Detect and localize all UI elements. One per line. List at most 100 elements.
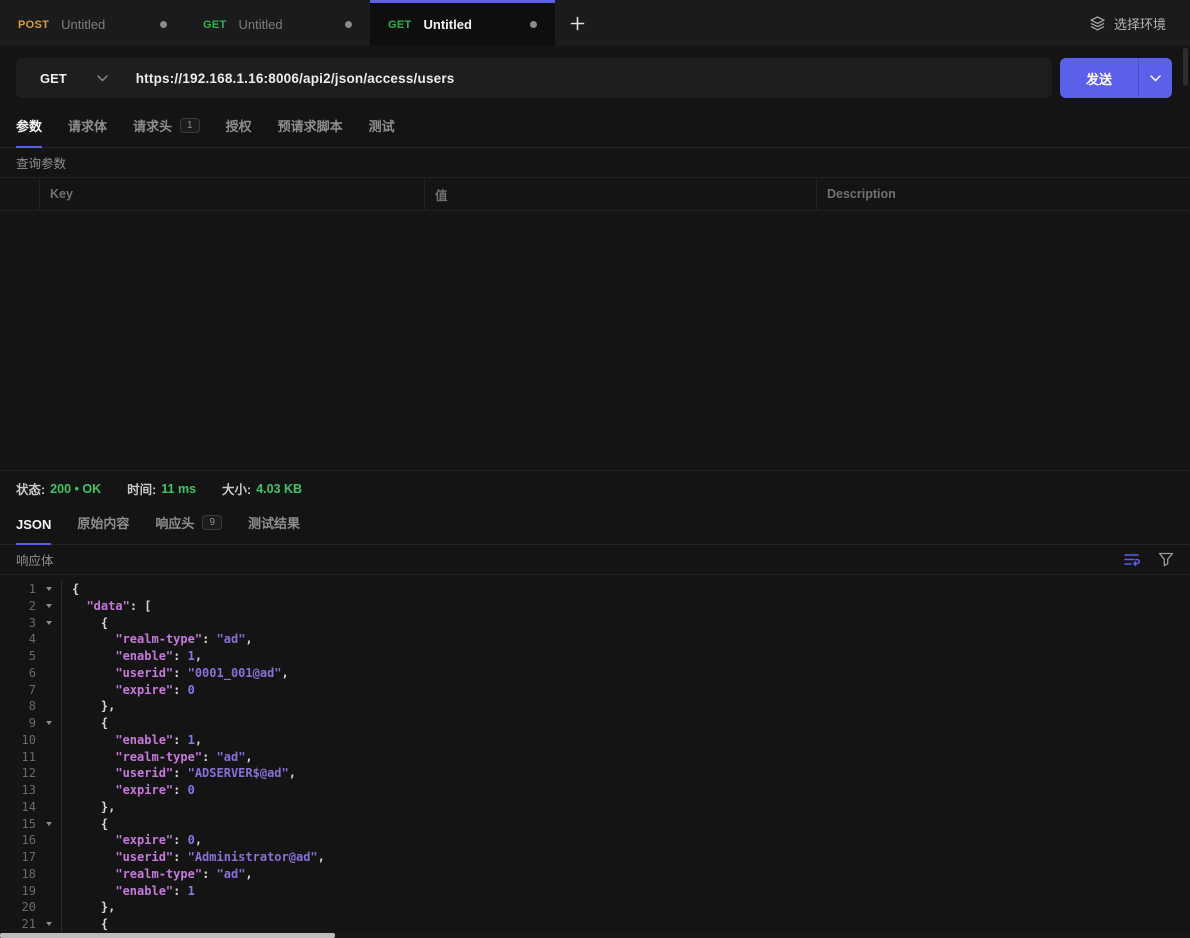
code-text: },	[62, 698, 115, 715]
response-tab-4[interactable]: 测试结果	[248, 513, 300, 545]
fold-slot	[36, 698, 62, 715]
tab-label: 原始内容	[77, 513, 129, 532]
code-text: {	[62, 816, 108, 833]
request-url-row: GET https://192.168.1.16:8006/api2/json/…	[0, 46, 1190, 110]
code-line: 1{	[0, 581, 1190, 598]
editor-tab-3[interactable]: GET Untitled	[370, 0, 555, 46]
filter-funnel-icon	[1158, 552, 1174, 567]
filter-button[interactable]	[1158, 552, 1174, 567]
unsaved-dot-icon	[160, 21, 167, 28]
format-wrap-button[interactable]	[1123, 552, 1140, 567]
environment-select[interactable]: 选择环境	[1089, 14, 1166, 33]
request-tab-1[interactable]: 参数	[16, 116, 42, 148]
time-value: 11 ms	[161, 482, 196, 496]
line-number: 18	[0, 866, 36, 883]
fold-toggle[interactable]	[36, 715, 62, 732]
tab-label: 响应头	[155, 513, 194, 532]
horizontal-scrollbar-track[interactable]	[0, 933, 1190, 938]
response-tabs: JSON 原始内容 响应头 9 测试结果	[0, 506, 1190, 545]
code-text: {	[62, 581, 79, 598]
fold-slot	[36, 782, 62, 799]
code-text: "expire": 0	[62, 782, 195, 799]
editor-tabbar: POSTUntitled GET Untitled GET Untitled 选择环境	[0, 0, 1190, 46]
new-tab-button[interactable]	[555, 0, 599, 46]
fold-toggle[interactable]	[36, 816, 62, 833]
line-number: 7	[0, 682, 36, 699]
response-tab-3[interactable]: 响应头 9	[155, 513, 222, 545]
fold-arrow-icon	[46, 721, 52, 725]
code-text: "expire": 0	[62, 682, 195, 699]
request-tab-4[interactable]: 授权	[226, 116, 252, 148]
line-number: 16	[0, 832, 36, 849]
code-line: 11 "realm-type": "ad",	[0, 749, 1190, 766]
param-column-header-2: 值	[425, 178, 817, 210]
code-text: {	[62, 715, 108, 732]
code-text: "userid": "Administrator@ad",	[62, 849, 325, 866]
status-label: 状态:	[16, 479, 45, 498]
line-number: 21	[0, 916, 36, 933]
code-line: 9 {	[0, 715, 1190, 732]
code-line: 12 "userid": "ADSERVER$@ad",	[0, 765, 1190, 782]
tab-count-badge: 9	[202, 515, 222, 530]
code-text: "data": [	[62, 598, 152, 615]
tab-title: Untitled	[61, 17, 152, 32]
editor-tab-1[interactable]: POSTUntitled	[0, 0, 185, 46]
response-tab-2[interactable]: 原始内容	[77, 513, 129, 545]
code-text: {	[62, 916, 108, 933]
fold-slot	[36, 866, 62, 883]
fold-arrow-icon	[46, 587, 52, 591]
unsaved-dot-icon	[345, 21, 352, 28]
code-line: 8 },	[0, 698, 1190, 715]
topbar-right: 选择环境	[1089, 0, 1190, 46]
query-params-title: 查询参数	[16, 153, 66, 172]
tab-method-badge: GET	[203, 19, 227, 31]
editor-tab-2[interactable]: GETUntitled	[185, 0, 370, 46]
tab-label: 测试	[369, 116, 395, 135]
request-tab-2[interactable]: 请求体	[68, 116, 107, 148]
code-text: "realm-type": "ad",	[62, 631, 253, 648]
line-number: 1	[0, 581, 36, 598]
tab-method-badge: GET	[388, 19, 412, 31]
param-checkbox-column[interactable]	[0, 178, 40, 210]
request-tab-6[interactable]: 测试	[369, 116, 395, 148]
code-text: "enable": 1,	[62, 732, 202, 749]
code-line: 2 "data": [	[0, 598, 1190, 615]
tab-label: 授权	[226, 116, 252, 135]
url-input[interactable]: https://192.168.1.16:8006/api2/json/acce…	[136, 71, 455, 86]
line-number: 3	[0, 615, 36, 632]
method-select[interactable]: GET	[16, 71, 136, 86]
vertical-scrollbar[interactable]	[1183, 48, 1188, 86]
code-line: 13 "expire": 0	[0, 782, 1190, 799]
send-options-caret[interactable]	[1138, 58, 1172, 98]
request-tab-3[interactable]: 请求头1	[133, 116, 200, 148]
line-number: 13	[0, 782, 36, 799]
tab-label: 参数	[16, 116, 42, 135]
fold-toggle[interactable]	[36, 581, 62, 598]
line-number: 17	[0, 849, 36, 866]
line-number: 12	[0, 765, 36, 782]
fold-slot	[36, 799, 62, 816]
code-line: 5 "enable": 1,	[0, 648, 1190, 665]
size-label: 大小:	[222, 479, 251, 498]
query-params-empty-body[interactable]	[0, 211, 1190, 470]
environment-label: 选择环境	[1114, 14, 1166, 33]
code-text: "realm-type": "ad",	[62, 866, 253, 883]
plus-icon	[570, 16, 585, 31]
send-button[interactable]: 发送	[1060, 58, 1172, 98]
line-number: 11	[0, 749, 36, 766]
code-line: 21 {	[0, 916, 1190, 933]
fold-toggle[interactable]	[36, 615, 62, 632]
code-line: 7 "expire": 0	[0, 682, 1190, 699]
json-response-viewer[interactable]: 1{2 "data": [3 {4 "realm-type": "ad",5 "…	[0, 575, 1190, 933]
request-tab-5[interactable]: 预请求脚本	[278, 116, 343, 148]
code-text: "enable": 1	[62, 883, 195, 900]
horizontal-scrollbar-thumb[interactable]	[0, 933, 335, 938]
tab-label: 请求头	[133, 116, 172, 135]
fold-toggle[interactable]	[36, 916, 62, 933]
fold-slot	[36, 765, 62, 782]
fold-slot	[36, 665, 62, 682]
fold-toggle[interactable]	[36, 598, 62, 615]
param-column-header-3: Description	[817, 178, 1190, 210]
tab-title: Untitled	[424, 17, 522, 32]
response-tab-1[interactable]: JSON	[16, 517, 51, 545]
